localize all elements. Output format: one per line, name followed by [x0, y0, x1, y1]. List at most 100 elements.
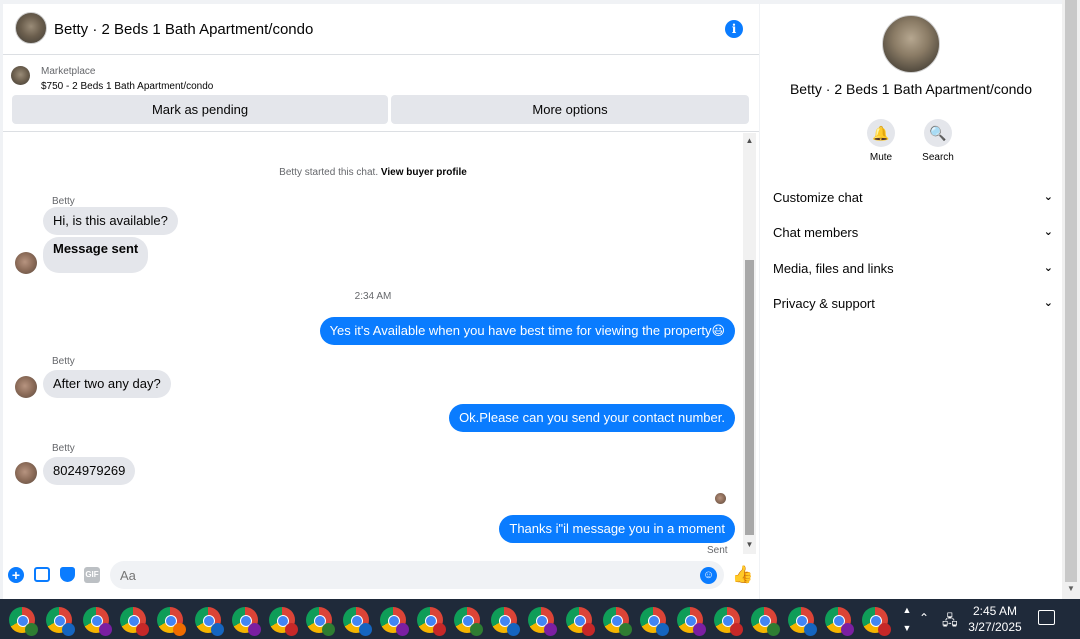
- chat-header: Betty · 2 Beds 1 Bath Apartment/condo i: [3, 4, 759, 55]
- profile-badge-icon: [767, 623, 780, 636]
- sent-status: Sent: [707, 545, 728, 556]
- chrome-profile-icon[interactable]: [713, 607, 743, 636]
- chrome-profile-icon[interactable]: [231, 607, 261, 636]
- chrome-profile-icon[interactable]: [862, 607, 892, 636]
- chrome-profile-icon[interactable]: [751, 607, 780, 636]
- chat-title[interactable]: Betty · 2 Beds 1 Bath Apartment/condo: [54, 21, 313, 38]
- info-icon[interactable]: i: [725, 20, 743, 38]
- sender-avatar[interactable]: [15, 252, 37, 274]
- taskbar-scroll-arrows[interactable]: ▲ ▼: [900, 601, 914, 637]
- listing-banner: Marketplace $750 - 2 Beds 1 Bath Apartme…: [3, 56, 759, 132]
- profile-badge-icon: [99, 623, 113, 636]
- message-input[interactable]: [110, 561, 724, 589]
- details-title: Betty · 2 Beds 1 Bath Apartment/condo: [789, 81, 1033, 97]
- chevron-down-icon: ⌄: [1043, 226, 1053, 238]
- chevron-down-icon: ⌄: [1043, 297, 1053, 309]
- gif-icon[interactable]: GIF: [84, 567, 100, 583]
- more-options-button[interactable]: More options: [391, 95, 749, 124]
- listing-avatar[interactable]: [15, 12, 47, 44]
- incoming-message[interactable]: Hi, is this available?: [43, 207, 178, 235]
- section-chat-members[interactable]: Chat members ⌄: [773, 225, 1053, 245]
- search-button[interactable]: 🔍 Search: [913, 119, 963, 163]
- chrome-profile-icon[interactable]: [9, 607, 38, 636]
- sender-name: Betty: [52, 443, 75, 454]
- chrome-profile-icon[interactable]: [380, 607, 409, 636]
- window-scroll-down-icon[interactable]: ▼: [1062, 584, 1080, 593]
- chrome-profile-icon[interactable]: [602, 607, 632, 636]
- thumbs-up-icon[interactable]: 👍: [732, 566, 753, 584]
- mute-label: Mute: [869, 152, 893, 163]
- scroll-up-arrow-icon[interactable]: ▲: [743, 135, 756, 147]
- view-buyer-profile-link[interactable]: View buyer profile: [381, 167, 467, 178]
- profile-badge-icon: [878, 623, 892, 636]
- sender-avatar[interactable]: [15, 462, 37, 484]
- chrome-profile-icon[interactable]: [46, 607, 76, 636]
- chrome-profile-icon[interactable]: [83, 607, 113, 636]
- listing-price-title[interactable]: $750 - 2 Beds 1 Bath Apartment/condo: [41, 81, 213, 92]
- network-icon[interactable]: 🖧: [942, 610, 958, 634]
- chrome-profile-icon[interactable]: [305, 607, 335, 636]
- scroll-down-arrow-icon[interactable]: ▼: [743, 539, 756, 551]
- chrome-profile-icon[interactable]: [528, 607, 558, 636]
- sender-name: Betty: [52, 356, 75, 367]
- section-label: Media, files and links: [773, 261, 894, 276]
- plus-icon[interactable]: +: [8, 567, 24, 583]
- search-label: Search: [922, 152, 954, 163]
- incoming-message[interactable]: Message sent: [43, 237, 149, 273]
- bell-icon[interactable]: 🔔: [867, 119, 895, 147]
- message-scrollbar[interactable]: ▲ ▼: [743, 133, 756, 554]
- chrome-profile-icon[interactable]: [639, 607, 669, 636]
- section-media-files-links[interactable]: Media, files and links ⌄: [773, 261, 1053, 281]
- section-privacy-support[interactable]: Privacy & support ⌄: [773, 296, 1053, 316]
- listing-photo[interactable]: [882, 15, 940, 73]
- incoming-message[interactable]: 8024979269: [43, 457, 136, 485]
- system-clock[interactable]: 2:45 AM 3/27/2025: [964, 603, 1026, 635]
- profile-badge-icon: [358, 623, 372, 636]
- search-icon[interactable]: 🔍: [924, 119, 952, 147]
- photo-icon[interactable]: [34, 567, 50, 582]
- chrome-profile-icon[interactable]: [120, 607, 150, 636]
- sender-avatar[interactable]: [15, 376, 37, 398]
- emoji-icon[interactable]: ☺: [700, 567, 717, 584]
- chrome-profile-icon[interactable]: [491, 607, 521, 636]
- chrome-profile-icon[interactable]: [157, 607, 187, 636]
- profile-badge-icon: [433, 623, 447, 636]
- chevron-down-icon: ⌄: [1043, 262, 1053, 274]
- profile-badge-icon: [692, 623, 706, 636]
- seen-indicator: [715, 493, 726, 504]
- chrome-profile-icon[interactable]: [565, 607, 595, 636]
- show-hidden-icons-icon[interactable]: ⌃: [919, 611, 929, 625]
- chrome-profile-icon[interactable]: [825, 607, 855, 636]
- profile-badge-icon: [655, 623, 669, 636]
- section-customize-chat[interactable]: Customize chat ⌄: [773, 190, 1053, 210]
- outgoing-message[interactable]: Yes it's Available when you have best ti…: [319, 317, 735, 345]
- chrome-profile-icon[interactable]: [417, 607, 447, 636]
- outgoing-message[interactable]: Thanks i"il message you in a moment: [499, 515, 735, 543]
- profile-badge-icon: [210, 623, 224, 636]
- chat-start-text: Betty started this chat.: [279, 167, 379, 178]
- sticker-icon[interactable]: [60, 567, 75, 582]
- window-scroll-thumb[interactable]: [1065, 0, 1077, 582]
- notification-center-icon[interactable]: [1038, 610, 1055, 625]
- profile-badge-icon: [173, 623, 187, 636]
- sender-name: Betty: [52, 196, 75, 207]
- message-list: Betty started this chat. View buyer prof…: [3, 133, 743, 556]
- mark-as-pending-button[interactable]: Mark as pending: [12, 95, 388, 124]
- chrome-profile-icon[interactable]: [194, 607, 224, 636]
- chrome-profile-icon[interactable]: [788, 607, 818, 636]
- chrome-profile-icon[interactable]: [342, 607, 372, 636]
- section-label: Customize chat: [773, 190, 863, 205]
- scroll-thumb[interactable]: [745, 260, 754, 535]
- chrome-profile-icon[interactable]: [454, 607, 484, 636]
- outgoing-message[interactable]: Ok.Please can you send your contact numb…: [449, 404, 735, 432]
- chrome-profile-icon[interactable]: [268, 607, 298, 636]
- incoming-message[interactable]: After two any day?: [43, 370, 171, 398]
- profile-badge-icon: [618, 623, 632, 636]
- message-text: Message sent: [53, 241, 139, 256]
- window-scrollbar[interactable]: ▼: [1062, 0, 1080, 599]
- listing-thumbnail[interactable]: [11, 66, 30, 85]
- profile-badge-icon: [470, 623, 484, 636]
- chrome-profile-icon[interactable]: [676, 607, 706, 636]
- mute-button[interactable]: 🔔 Mute: [856, 119, 906, 163]
- message-timestamp: 2:34 AM: [354, 291, 392, 302]
